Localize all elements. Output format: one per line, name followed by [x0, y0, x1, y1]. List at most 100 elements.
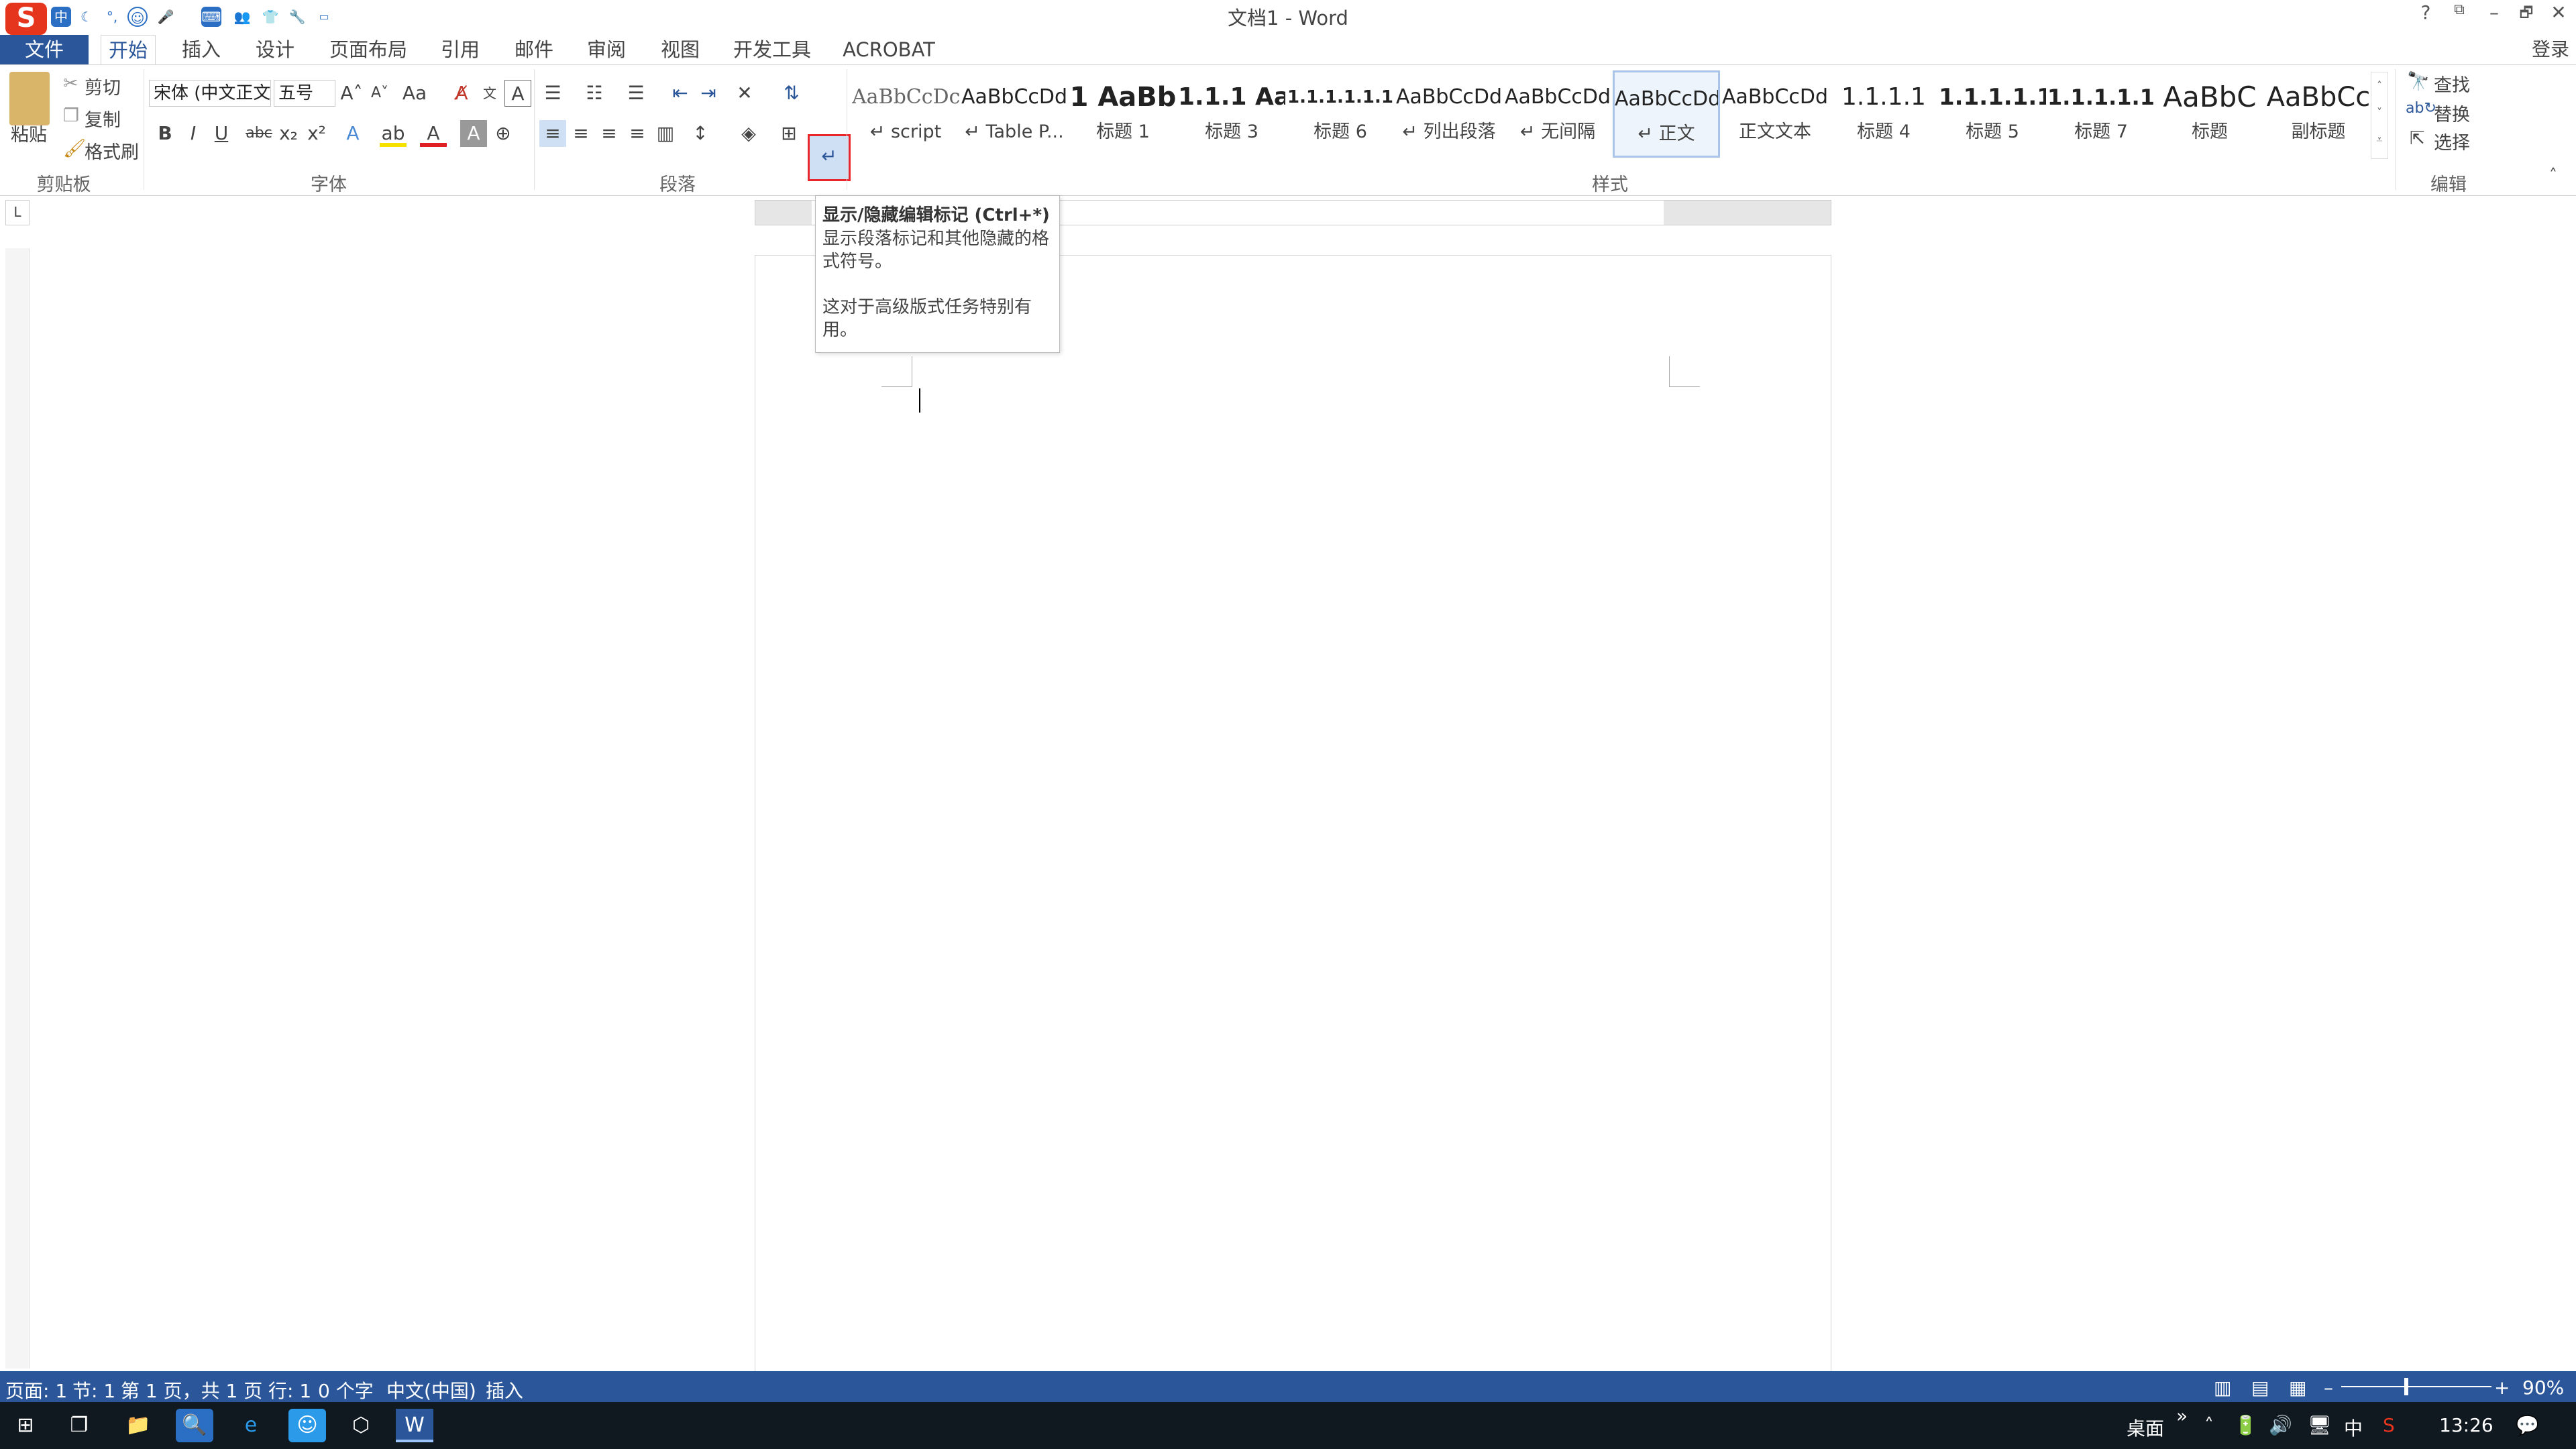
network-icon[interactable]: 🖥 [2308, 1414, 2332, 1436]
line-spacing-icon[interactable]: ↕ [687, 120, 714, 147]
status-language[interactable]: 中文(中国) [386, 1377, 476, 1403]
status-pages[interactable]: 第 1 页，共 1 页 [121, 1377, 262, 1403]
tab-review[interactable]: 审阅 [580, 35, 633, 64]
style-list-paragraph[interactable]: AaBbCcDd ↵ 列出段落 [1395, 70, 1503, 158]
tray-overflow-icon[interactable]: ˄ [2204, 1414, 2214, 1436]
cut-button[interactable]: 剪切 [85, 73, 121, 99]
settings-icon[interactable]: 🔧 [287, 7, 307, 27]
style-heading-7[interactable]: 1.1.1.1.1. 标题 7 [2047, 70, 2155, 158]
numbering-icon[interactable]: ☷ [581, 80, 608, 107]
decrease-indent-icon[interactable]: ⇤ [667, 80, 694, 107]
ime-indicator[interactable]: 中 [2344, 1414, 2363, 1441]
font-color-icon[interactable]: A [420, 120, 447, 147]
word-taskbar-icon[interactable]: W [396, 1409, 433, 1442]
clock[interactable]: 13:26 [2439, 1414, 2493, 1436]
find-icon[interactable]: 🔭 [2407, 70, 2430, 92]
sogou-logo-icon[interactable]: S [5, 3, 47, 35]
align-right-icon[interactable]: ≡ [596, 120, 623, 147]
format-painter-button[interactable]: 格式刷 [85, 138, 139, 164]
find-button[interactable]: 查找 [2434, 70, 2470, 97]
grow-font-icon[interactable]: A˄ [338, 80, 365, 107]
print-layout-icon[interactable]: ▤ [2251, 1377, 2269, 1399]
style-heading-6[interactable]: 1.1.1.1.1.1 标题 6 [1287, 70, 1394, 158]
skin-icon[interactable]: 👕 [260, 7, 280, 27]
styles-scroll[interactable]: ˄ ˅ ⩡ [2371, 72, 2388, 159]
char-shading-icon[interactable]: A [460, 120, 487, 147]
moon-icon[interactable]: ☾ [76, 7, 97, 27]
file-explorer-icon[interactable]: 📁 [119, 1409, 157, 1442]
tab-selector-icon[interactable]: L [5, 200, 30, 225]
replace-button[interactable]: 替换 [2434, 100, 2470, 126]
tab-developer[interactable]: 开发工具 [729, 35, 816, 64]
style-heading-5[interactable]: 1.1.1.1.1 标题 5 [1939, 70, 2046, 158]
login-link[interactable]: 登录 [2532, 35, 2569, 62]
status-insert-mode[interactable]: 插入 [486, 1377, 523, 1403]
copy-button[interactable]: 复制 [85, 105, 121, 131]
style-heading-4[interactable]: 1.1.1.1 标题 4 [1830, 70, 1937, 158]
text-effects-icon[interactable]: A [339, 120, 366, 147]
style-body-text[interactable]: AaBbCcDd 正文文本 [1721, 70, 1829, 158]
vertical-ruler[interactable] [5, 248, 30, 1368]
edge-icon[interactable]: e [232, 1409, 270, 1442]
zoom-in-icon[interactable]: + [2494, 1377, 2510, 1399]
chinese-layout-icon[interactable]: ✕ [731, 80, 758, 107]
toolbar-expand-icon[interactable]: » [2176, 1405, 2188, 1427]
multilevel-list-icon[interactable]: ☰ [623, 80, 649, 107]
desktop-toolbar[interactable]: 桌面 [2127, 1414, 2164, 1441]
style-heading-3[interactable]: 1.1.1 Aa 标题 3 [1178, 70, 1285, 158]
web-layout-icon[interactable]: ▦ [2289, 1377, 2306, 1399]
shrink-font-icon[interactable]: A˅ [366, 80, 393, 107]
minimize-icon[interactable]: – [2478, 1, 2510, 23]
tab-file[interactable]: 文件 [0, 35, 89, 64]
distributed-icon[interactable]: ▥ [652, 120, 679, 147]
tab-insert[interactable]: 插入 [174, 35, 228, 64]
font-name-select[interactable]: 宋体 (中文正文) [149, 80, 271, 107]
toolbox-icon[interactable]: 👥 [232, 7, 252, 27]
sogou-tray-icon[interactable]: S [2383, 1414, 2395, 1436]
zoom-slider[interactable] [2341, 1386, 2491, 1387]
box-app-icon[interactable]: ⬡ [342, 1409, 380, 1442]
copy-icon[interactable]: ❐ [63, 105, 79, 126]
select-icon[interactable]: ⇱ [2410, 128, 2425, 149]
align-left-icon[interactable]: ≡ [539, 120, 566, 147]
strikethrough-icon[interactable]: abc [246, 120, 272, 147]
notifications-icon[interactable]: 💬 [2516, 1414, 2539, 1436]
tab-view[interactable]: 视图 [653, 35, 707, 64]
cut-icon[interactable]: ✂ [63, 73, 78, 94]
change-case-icon[interactable]: Aa [401, 80, 428, 107]
tab-references[interactable]: 引用 [433, 35, 487, 64]
screen-icon[interactable]: ▭ [314, 7, 334, 27]
tab-mailings[interactable]: 邮件 [507, 35, 561, 64]
bold-icon[interactable]: B [152, 120, 178, 147]
enclose-char-icon[interactable]: ⊕ [490, 120, 517, 147]
style-no-spacing[interactable]: AaBbCcDd ↵ 无间隔 [1504, 70, 1611, 158]
zoom-slider-thumb[interactable] [2404, 1378, 2408, 1395]
tab-home[interactable]: 开始 [101, 35, 156, 64]
style-normal[interactable]: AaBbCcDd ↵ 正文 [1613, 70, 1720, 158]
close-icon[interactable]: ✕ [2542, 1, 2575, 23]
chinese-mode-icon[interactable]: 中 [51, 7, 71, 27]
bullets-icon[interactable]: ☰ [539, 80, 566, 107]
paste-button[interactable]: 粘贴 [11, 120, 47, 146]
style-subtitle[interactable]: AaBbCc 副标题 [2265, 70, 2372, 158]
zoom-level[interactable]: 90% [2522, 1377, 2564, 1399]
status-section[interactable]: 节: 1 [72, 1377, 115, 1403]
borders-icon[interactable]: ⊞ [775, 120, 802, 147]
increase-indent-icon[interactable]: ⇥ [695, 80, 722, 107]
shading-icon[interactable]: ◈ [735, 120, 762, 147]
tab-acrobat[interactable]: ACROBAT [839, 35, 939, 64]
keyboard-icon[interactable]: ⌨ [201, 7, 221, 27]
ribbon-display-icon[interactable]: ⧉ [2443, 1, 2475, 18]
italic-icon[interactable]: I [180, 120, 207, 147]
search-app-icon[interactable]: 🔍 [176, 1409, 213, 1442]
select-button[interactable]: 选择 [2434, 128, 2470, 154]
punctuation-icon[interactable]: °, [102, 7, 122, 27]
mic-icon[interactable]: 🎤 [156, 7, 176, 27]
align-center-icon[interactable]: ≡ [568, 120, 594, 147]
status-page[interactable]: 页面: 1 [5, 1377, 67, 1403]
maximize-icon[interactable]: 🗗 [2510, 1, 2542, 27]
show-hide-marks-button[interactable]: ↵ [808, 134, 851, 181]
collapse-ribbon-icon[interactable]: ˄ [2549, 166, 2557, 184]
clear-format-icon[interactable]: A̸ [448, 80, 475, 107]
tab-design[interactable]: 设计 [248, 35, 302, 64]
